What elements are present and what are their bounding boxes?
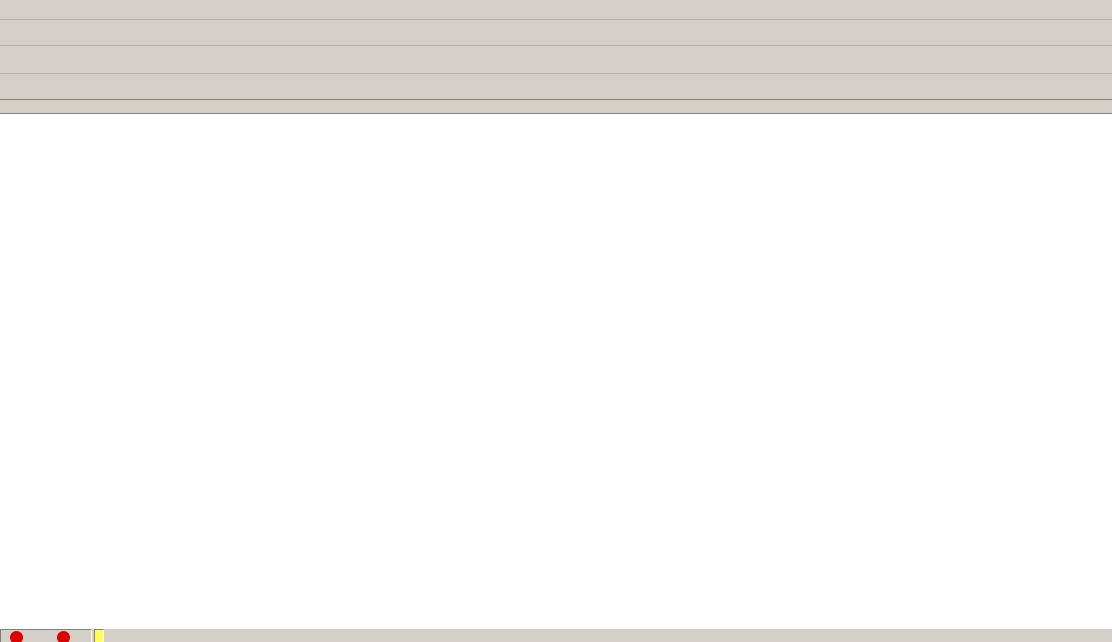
menu-bar xyxy=(0,0,1112,20)
chart-area xyxy=(0,114,1112,628)
ticker-divider xyxy=(94,629,104,642)
shanghai-badge xyxy=(10,631,23,642)
app-window xyxy=(0,0,1112,642)
toolbar-drawing xyxy=(0,74,1112,100)
market-summary-cell[interactable] xyxy=(0,629,92,642)
date-axis-row xyxy=(0,100,1112,114)
status-bar xyxy=(0,628,1112,642)
shenzhen-badge xyxy=(57,631,70,642)
toolbar-quotes xyxy=(0,20,1112,46)
toolbar-tools xyxy=(0,46,1112,74)
chart-canvas[interactable] xyxy=(0,114,1112,628)
